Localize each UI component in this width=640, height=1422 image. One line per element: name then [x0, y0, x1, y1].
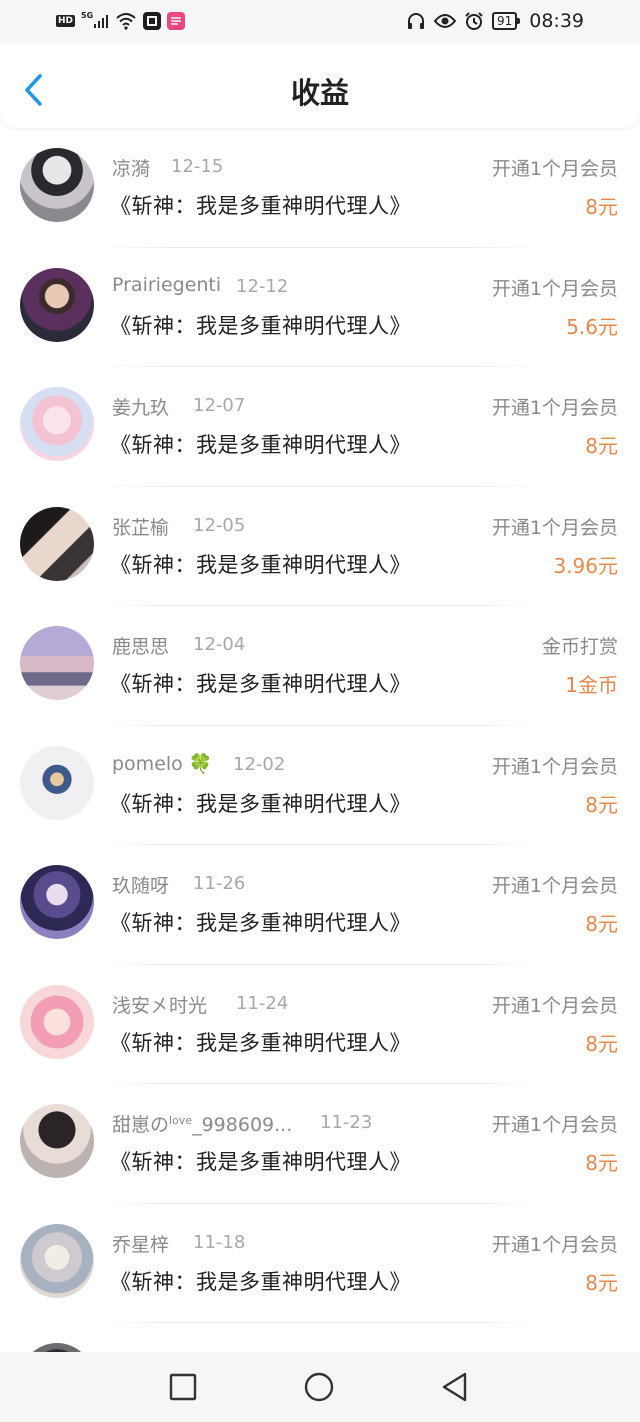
battery-icon: 91: [491, 12, 521, 30]
earning-amount: 5.6元: [566, 314, 618, 339]
navigation-bar: [0, 1352, 640, 1422]
eye-icon: [433, 13, 456, 29]
user-name: 浅安㐅时光: [112, 994, 208, 1017]
earning-amount: 8元: [585, 1270, 618, 1295]
user-name: 玖随呀: [112, 875, 170, 897]
earning-type: 开通1个月会员: [491, 755, 618, 778]
list-item[interactable]: 凉漪 12-15 《斩神：我是多重神明代理人》 开通1个月会员 8元: [0, 128, 640, 248]
earning-type: 金币打赏: [541, 636, 618, 658]
earning-amount: 8元: [585, 792, 618, 817]
earning-amount: 3.96元: [553, 553, 618, 578]
avatar[interactable]: [20, 148, 94, 222]
earning-type: 开通1个月会员: [491, 994, 618, 1017]
earning-amount: 8元: [585, 1031, 618, 1056]
status-left: HD 5G: [56, 10, 186, 32]
triangle-back-icon: [442, 1372, 467, 1402]
earning-type: 开通1个月会员: [491, 875, 618, 897]
clock: 08:39: [529, 10, 584, 32]
book-title: 《斩神：我是多重神明代理人》: [110, 433, 411, 457]
date: 12-07: [193, 395, 246, 416]
user-name: 乔星梓: [112, 1233, 170, 1256]
list-item[interactable]: 鹿思思 12-04 《斩神：我是多重神明代理人》 金币打赏 1金币: [0, 606, 640, 726]
back-nav-button[interactable]: [438, 1370, 472, 1404]
recents-button[interactable]: [166, 1370, 200, 1404]
signal-5g-icon: 5G: [81, 10, 109, 29]
user-name: 姜九玖: [112, 397, 170, 419]
home-button[interactable]: [302, 1370, 336, 1404]
alarm-icon: [464, 11, 484, 31]
avatar[interactable]: [20, 387, 94, 461]
book-title: 《斩神：我是多重神明代理人》: [110, 1150, 411, 1174]
book-title: 《斩神：我是多重神明代理人》: [110, 552, 411, 577]
date: 12-02: [233, 753, 286, 775]
avatar[interactable]: [20, 745, 94, 820]
list-item[interactable]: 玖随呀 11-26 《斩神：我是多重神明代理人》 开通1个月会员 8元: [0, 845, 640, 965]
earning-type: 开通1个月会员: [491, 516, 618, 539]
list-item[interactable]: 浅安㐅时光 11-24 《斩神：我是多重神明代理人》 开通1个月会员 8元: [0, 965, 640, 1084]
book-title: 《斩神：我是多重神明代理人》: [110, 672, 411, 696]
book-title: 《斩神：我是多重神明代理人》: [110, 911, 411, 935]
app-pink-icon: [167, 12, 186, 30]
avatar[interactable]: [20, 506, 94, 581]
header: 收益: [0, 44, 640, 128]
user-name: Prairiegenti: [112, 273, 222, 296]
status-bar: HD 5G 91 08:39: [0, 0, 640, 44]
avatar[interactable]: [20, 1104, 94, 1178]
avatar[interactable]: [20, 1343, 94, 1352]
list-item[interactable]: 甜崽のlove_998609... 11-23 《斩神：我是多重神明代理人》 开…: [0, 1084, 640, 1204]
earning-amount: 8元: [585, 195, 618, 219]
book-title: 《斩神：我是多重神明代理人》: [110, 1030, 411, 1055]
earning-type: 开通1个月会员: [491, 1114, 618, 1136]
list-item[interactable]: 乔星梓 11-18 《斩神：我是多重神明代理人》 开通1个月会员 8元: [0, 1204, 640, 1323]
avatar[interactable]: [20, 984, 94, 1059]
circle-home-icon: [304, 1372, 334, 1402]
book-title: 《斩神：我是多重神明代理人》: [110, 791, 411, 816]
earnings-list: 凉漪 12-15 《斩神：我是多重神明代理人》 开通1个月会员 8元 Prair…: [0, 128, 640, 1352]
earning-amount: 1金币: [565, 673, 618, 697]
date: 12-05: [193, 514, 246, 536]
earning-type: 开通1个月会员: [491, 1233, 618, 1256]
list-item[interactable]: 张芷榆 12-05 《斩神：我是多重神明代理人》 开通1个月会员 3.96元: [0, 487, 640, 606]
hd-icon: HD: [56, 15, 76, 27]
list-item[interactable]: Prairiegenti 12-12 《斩神：我是多重神明代理人》 开通1个月会…: [0, 248, 640, 367]
date: 11-23: [320, 1112, 373, 1133]
user-name-sup: love: [169, 1114, 193, 1127]
date: 11-18: [193, 1231, 246, 1253]
user-name: 凉漪: [112, 158, 151, 180]
user-name: 甜崽のlove_998609...: [112, 1110, 292, 1137]
date: 11-24: [236, 992, 289, 1014]
earning-type: 开通1个月会员: [491, 158, 618, 180]
avatar[interactable]: [20, 1223, 94, 1298]
date: 12-12: [236, 275, 289, 297]
list-item[interactable]: 姜九玖 12-07 《斩神：我是多重神明代理人》 开通1个月会员 8元: [0, 367, 640, 487]
avatar[interactable]: [20, 626, 94, 700]
user-name: 张芷榆: [112, 516, 170, 539]
user-name: 鹿思思: [112, 636, 170, 658]
network-label: 5G: [81, 10, 94, 20]
date: 11-26: [193, 873, 246, 894]
earning-type: 开通1个月会员: [491, 397, 618, 419]
avatar[interactable]: [20, 267, 94, 342]
earning-amount: 8元: [585, 1151, 618, 1175]
user-name-suffix: _998609...: [192, 1114, 293, 1136]
page-title: 收益: [290, 76, 349, 110]
avatar[interactable]: [20, 865, 94, 939]
earning-amount: 8元: [585, 912, 618, 936]
date: 12-15: [171, 156, 224, 177]
status-right: 91 08:39: [406, 8, 584, 34]
list-item[interactable]: [0, 1323, 640, 1352]
earning-amount: 8元: [585, 434, 618, 458]
date: 12-04: [193, 634, 246, 655]
book-title: 《斩神：我是多重神明代理人》: [110, 313, 411, 338]
app-icon: [143, 12, 162, 30]
user-name-prefix: 甜崽の: [112, 1114, 170, 1136]
book-title: 《斩神：我是多重神明代理人》: [110, 194, 411, 218]
wifi-icon: [115, 12, 137, 30]
user-name: pomelo 🍀: [112, 752, 213, 775]
square-recents-icon: [169, 1373, 197, 1401]
earning-type: 开通1个月会员: [491, 277, 618, 300]
list-item[interactable]: pomelo 🍀 12-02 《斩神：我是多重神明代理人》 开通1个月会员 8元: [0, 726, 640, 845]
book-title: 《斩神：我是多重神明代理人》: [110, 1269, 411, 1294]
headphones-icon: [406, 11, 426, 31]
